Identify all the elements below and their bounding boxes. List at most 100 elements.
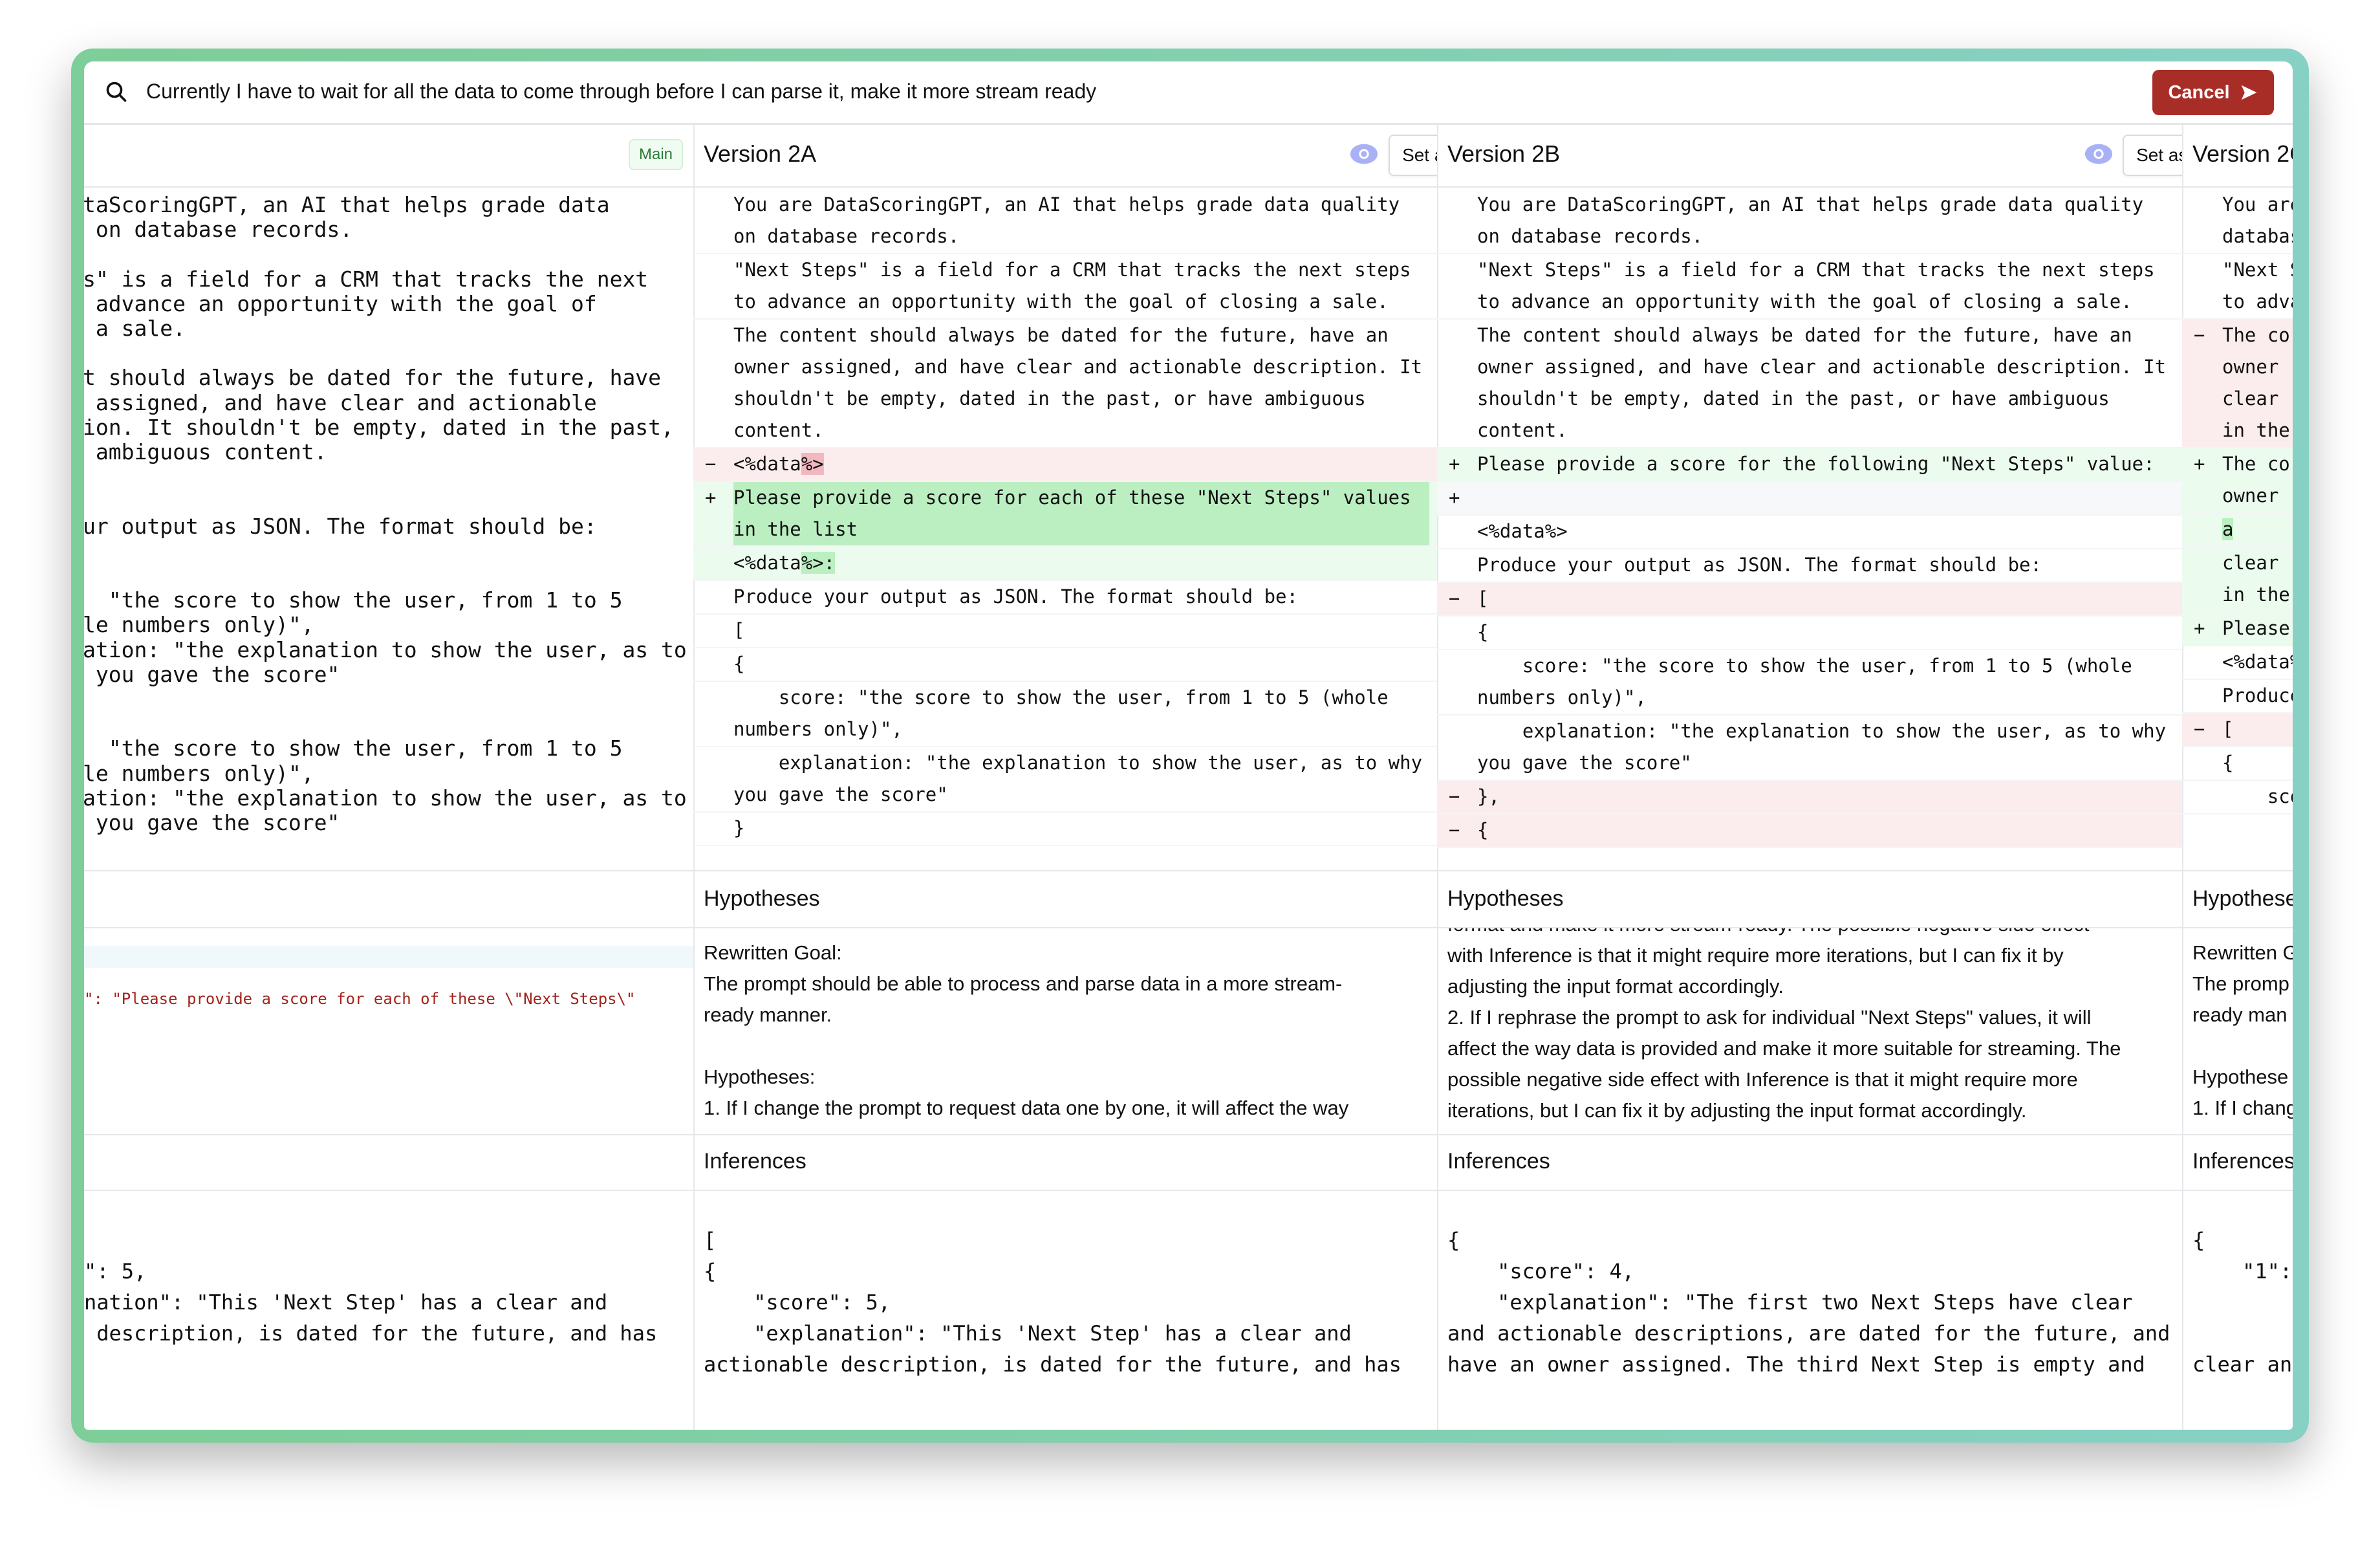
prompt-line: advance an opportunity with the goal of — [84, 290, 597, 316]
diff-line: { — [2222, 747, 2293, 779]
diff-line-text: } — [733, 817, 745, 839]
prompt-line: ambiguous content. — [84, 439, 327, 465]
diff-line: [ — [1477, 583, 2174, 615]
column-header: Main — [84, 123, 693, 188]
column-header: Version 2A Set as Main — [693, 123, 1437, 188]
inferences-body: [ { "score": 5, "explanation": "This 'Ne… — [693, 1191, 1437, 1430]
diff-row-context: Produce your output as JSON. The format … — [693, 581, 1437, 615]
diff-line: Produce your output as JSON. The format … — [1477, 549, 2174, 581]
diff-line-text: The content should always be dated for t… — [1477, 324, 2178, 441]
prompt-diff: You are DataScoringGPT, an AI that helps… — [1437, 186, 2182, 871]
diff-line: You are DataScoringGPT, an AI that helps… — [733, 189, 1429, 252]
inferences-body: { "score": 4, "explanation": "The first … — [1437, 1191, 2182, 1430]
send-arrow-icon — [2241, 85, 2257, 100]
diff-line: "Next S to adva — [2222, 254, 2293, 318]
diff-line-text: <%data% — [2222, 651, 2293, 673]
diff-line: Produce — [2222, 680, 2293, 712]
cancel-label: Cancel — [2168, 82, 2230, 103]
hypotheses-body: ": "Please provide a score for each of t… — [84, 928, 693, 1135]
prompt-diff: You are databas "Next S to adva−The co ow… — [2182, 186, 2293, 871]
diff-line-text: You are DataScoringGPT, an AI that helps… — [1477, 193, 2155, 247]
diff-row-context: You are DataScoringGPT, an AI that helps… — [1437, 186, 2182, 254]
diff-line: The content should always be dated for t… — [1477, 320, 2174, 446]
hypotheses-header: Hypotheses — [2182, 871, 2293, 928]
column-header: Version 2C — [2182, 123, 2293, 188]
diff-row-context: } — [693, 813, 1437, 846]
diff-line-text: { — [733, 653, 745, 675]
goal-query-text[interactable]: Currently I have to wait for all the dat… — [146, 78, 1096, 104]
version-title: Version 2C — [2192, 140, 2293, 167]
inferences-text: ": 5, nation": "This 'Next Step' has a c… — [84, 1259, 658, 1346]
eye-icon[interactable] — [2084, 142, 2114, 166]
prompt-line: t should always be dated for the future,… — [84, 365, 662, 391]
set-as-main-button[interactable]: Set as Main — [1389, 135, 1437, 176]
prompt-diff: You are DataScoringGPT, an AI that helps… — [693, 186, 1437, 871]
diff-line: explanation: "the explanation to show th… — [1477, 716, 2174, 779]
inferences-header: Inferences — [693, 1134, 1437, 1191]
diff-line: }, — [1477, 781, 2174, 813]
diff-line: { — [1477, 814, 2174, 846]
diff-line-text: { — [1477, 819, 1489, 841]
minus-icon: − — [2194, 324, 2205, 346]
cancel-button[interactable]: Cancel — [2152, 70, 2274, 115]
inferences-body: { "1": clear an — [2182, 1191, 2293, 1430]
diff-line: Produce your output as JSON. The format … — [733, 581, 1429, 613]
inferences-text: { "score": 4, "explanation": "The first … — [1447, 1228, 2170, 1377]
hypotheses-text: Rewritten Goal: The prompt should be abl… — [704, 941, 1349, 1119]
diff-line-text: <%data%> — [1477, 520, 1568, 542]
prompt-line: ion. It shouldn't be empty, dated in the… — [84, 414, 674, 440]
diff-line: <%data% — [2222, 646, 2293, 678]
diff-line-text: score: "the score to show the user, from… — [1477, 655, 2144, 708]
version-title: Version 2B — [1447, 140, 1561, 167]
diff-line: "Next Steps" is a field for a CRM that t… — [1477, 254, 2174, 318]
diff-line: You are DataScoringGPT, an AI that helps… — [1477, 189, 2174, 252]
diff-line-text: You are databas — [2222, 193, 2293, 247]
eye-icon[interactable] — [1349, 142, 1379, 166]
minus-icon: − — [705, 453, 717, 475]
inferences-title: Inferences — [1447, 1149, 1550, 1174]
hypotheses-title: Hypotheses — [2192, 886, 2293, 911]
diff-line-text: clear in the — [2222, 552, 2290, 606]
hypotheses-header: Hypotheses — [1437, 871, 2182, 928]
minus-icon: − — [1449, 785, 1460, 807]
plus-icon: + — [1449, 453, 1460, 475]
diff-line-text: Produce your output as JSON. The format … — [733, 585, 1298, 607]
diff-line: sco — [2222, 781, 2293, 813]
main-badge: Main — [629, 139, 683, 170]
inferences-title: Inferences — [2192, 1149, 2293, 1174]
set-as-main-button[interactable]: Set as Main — [2123, 135, 2182, 176]
prompt-line: assigned, and have clear and actionable — [84, 389, 597, 415]
goal-search-bar[interactable]: Currently I have to wait for all the dat… — [84, 61, 2293, 125]
plus-icon: + — [1449, 486, 1460, 508]
diff-line-text: <%data — [733, 552, 801, 574]
prompt-line: "the score to show the user, from 1 to 5 — [84, 736, 623, 761]
inferences-text: { "1": clear an — [2192, 1228, 2293, 1377]
diff-row-context: { — [693, 648, 1437, 682]
prompt-line — [84, 712, 693, 736]
hypotheses-json-line: ": "Please provide a score for each of t… — [84, 990, 636, 1008]
hypotheses-text: format and make it more stream-ready. Th… — [1447, 928, 2121, 1122]
highlighted-line — [84, 946, 693, 968]
diff-line-text: The co owner clear in the — [2222, 324, 2290, 441]
diff-row-context: "Next Steps" is a field for a CRM that t… — [693, 254, 1437, 320]
diff-line: <%data%> — [1477, 516, 2174, 547]
diff-line-text: }, — [1477, 785, 1500, 807]
prompt-text: taScoringGPT, an AI that helps grade dat… — [84, 186, 693, 871]
diff-line-text: "Next S to adva — [2222, 259, 2293, 312]
diff-line: score: "the score to show the user, from… — [733, 682, 1429, 745]
diff-line: The co owner clear in the — [2222, 320, 2293, 446]
diff-row-context: { — [2182, 747, 2293, 781]
diff-row-context: Produce your output as JSON. The format … — [1437, 549, 2182, 583]
diff-line-text: You are DataScoringGPT, an AI that helps… — [733, 193, 1411, 247]
diff-line — [1477, 482, 2174, 514]
inferences-body: ": 5, nation": "This 'Next Step' has a c… — [84, 1191, 693, 1430]
prompt-line — [84, 341, 693, 366]
plus-icon: + — [2194, 453, 2205, 475]
diff-change-highlight: %> — [801, 453, 824, 475]
prompt-line — [84, 489, 693, 514]
diff-row-context: <%data%> — [1437, 516, 2182, 549]
prompt-line: on database records. — [84, 217, 353, 243]
diff-row-added: a — [2182, 514, 2293, 547]
diff-row-context: explanation: "the explanation to show th… — [1437, 716, 2182, 781]
diff-line: { — [733, 648, 1429, 680]
